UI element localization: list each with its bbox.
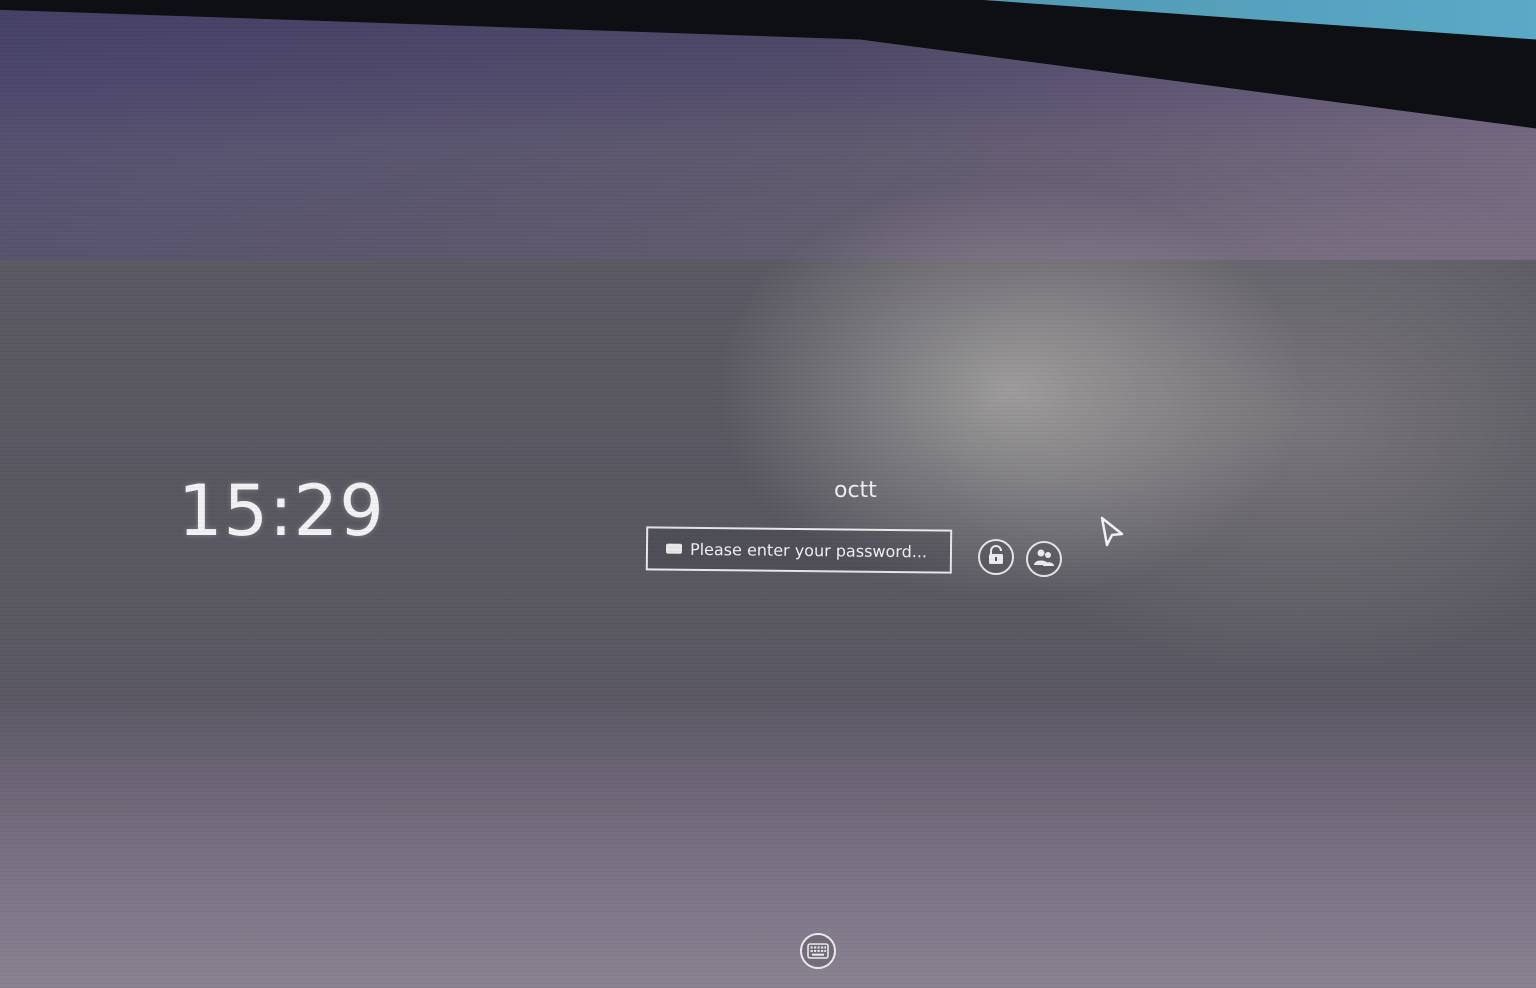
clock: 15:29 bbox=[178, 470, 385, 552]
onscreen-keyboard-button[interactable] bbox=[799, 932, 837, 970]
switch-user-button[interactable] bbox=[1026, 541, 1062, 577]
keyboard-icon bbox=[799, 933, 837, 974]
keyboard-layout-icon bbox=[665, 543, 683, 554]
unlock-button[interactable] bbox=[978, 539, 1014, 575]
users-icon bbox=[1033, 547, 1055, 571]
password-placeholder: Please enter your password... bbox=[689, 539, 928, 561]
lock-screen: 15:29 octt Please enter your password... bbox=[0, 9, 1536, 988]
lock-icon bbox=[987, 545, 1005, 569]
password-input[interactable]: Please enter your password... bbox=[645, 526, 953, 574]
mouse-pointer-icon bbox=[1098, 516, 1126, 552]
username-label: octt bbox=[834, 478, 877, 503]
